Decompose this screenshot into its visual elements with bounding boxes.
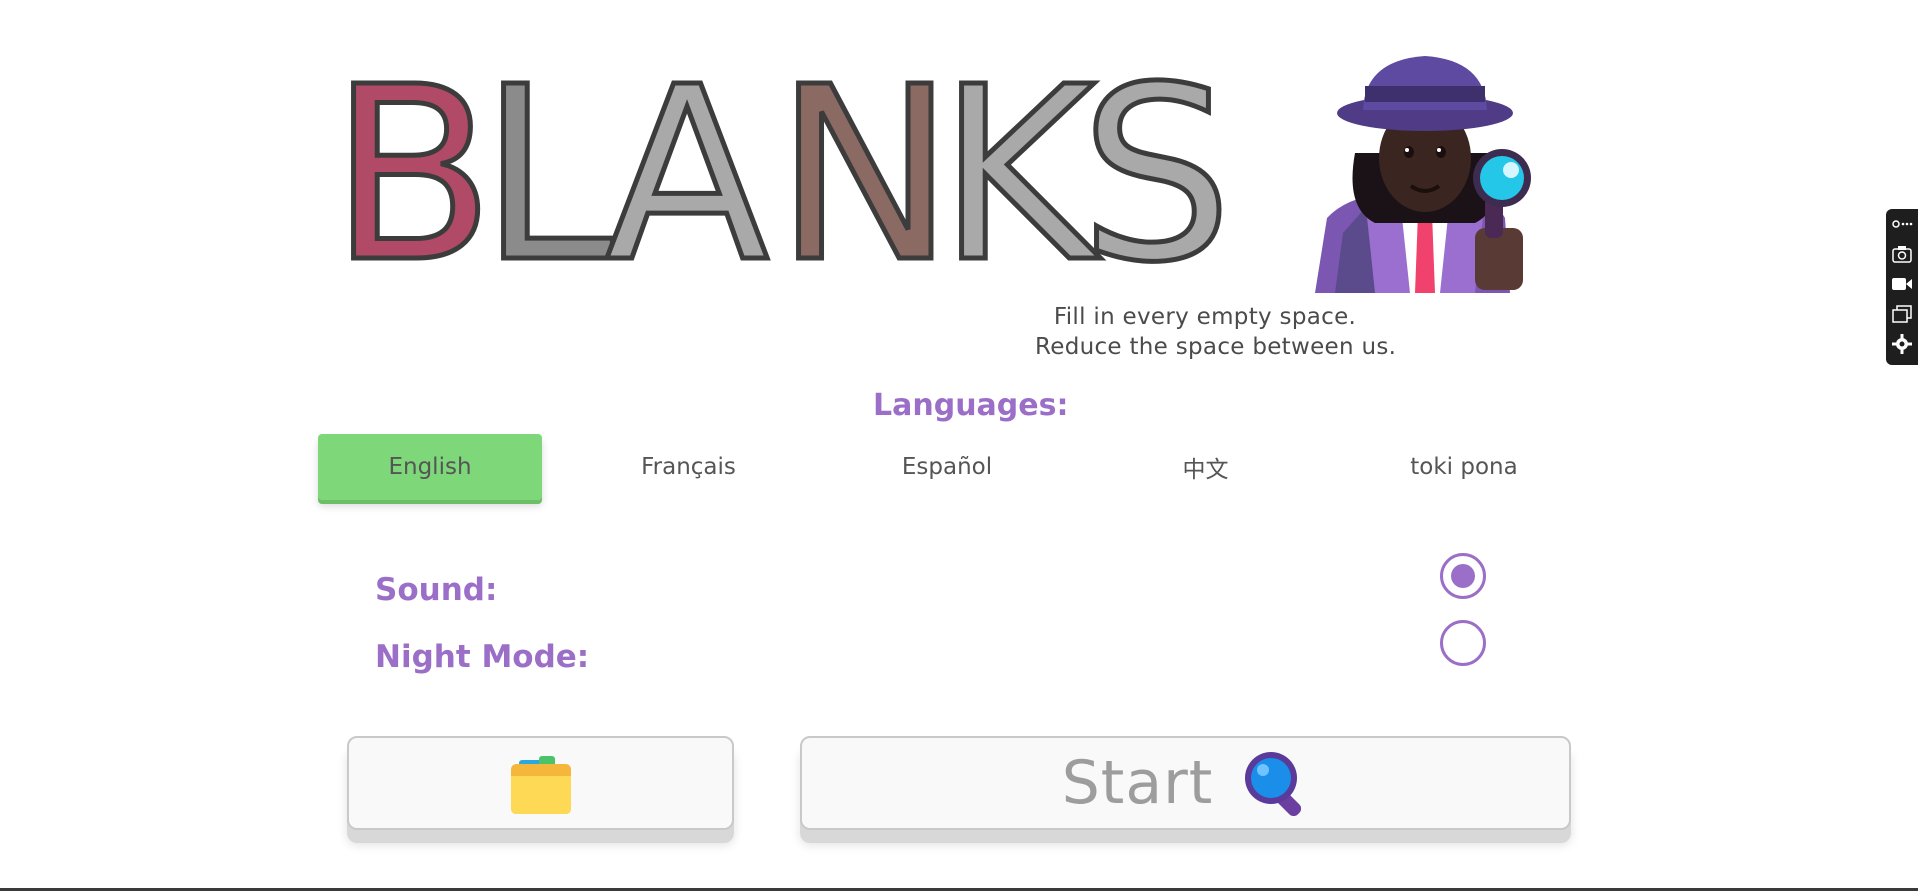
- sound-toggle-dot: [1451, 564, 1475, 588]
- language-selector: English Français Español 中文 toki pona: [318, 433, 1576, 501]
- title-letter: N: [775, 35, 955, 315]
- language-option-french[interactable]: Français: [577, 434, 801, 500]
- title-letter: S: [1080, 35, 1232, 315]
- title-letters: B B L A N K S: [328, 33, 1235, 318]
- title-letter: A: [605, 35, 769, 315]
- game-title: B B L A N K S: [328, 33, 1235, 318]
- language-option-toki-pona[interactable]: toki pona: [1352, 434, 1576, 500]
- start-button[interactable]: Start: [800, 736, 1571, 830]
- tagline: Fill in every empty space. Reduce the sp…: [1035, 302, 1397, 362]
- start-label: Start: [1061, 748, 1214, 818]
- camera-icon[interactable]: [1886, 239, 1918, 269]
- language-option-english[interactable]: English: [318, 434, 542, 500]
- window-icon[interactable]: [1886, 299, 1918, 329]
- tagline-line: Reduce the space between us.: [1035, 334, 1397, 360]
- detective-woman-icon: [1315, 56, 1531, 293]
- tagline-line: Fill in every empty space.: [1053, 304, 1357, 330]
- gear-icon[interactable]: [1886, 329, 1918, 359]
- language-option-chinese[interactable]: 中文: [1094, 434, 1318, 500]
- title-letter: K: [938, 35, 1101, 315]
- side-toolbar: [1886, 209, 1918, 365]
- sound-label: Sound:: [375, 572, 498, 608]
- magnifying-glass-icon: [1245, 752, 1302, 816]
- video-camera-icon[interactable]: [1886, 269, 1918, 299]
- night-mode-label: Night Mode:: [375, 639, 590, 675]
- language-option-spanish[interactable]: Español: [835, 434, 1059, 500]
- languages-label: Languages:: [873, 388, 1069, 423]
- night-mode-toggle[interactable]: [1440, 620, 1486, 666]
- levels-folder-button[interactable]: [347, 736, 734, 830]
- title-letter: B: [330, 35, 495, 315]
- card-file-box-icon: [510, 756, 571, 814]
- sound-toggle[interactable]: [1440, 553, 1486, 599]
- title-letter: L: [480, 35, 614, 315]
- link-icon[interactable]: [1886, 209, 1918, 239]
